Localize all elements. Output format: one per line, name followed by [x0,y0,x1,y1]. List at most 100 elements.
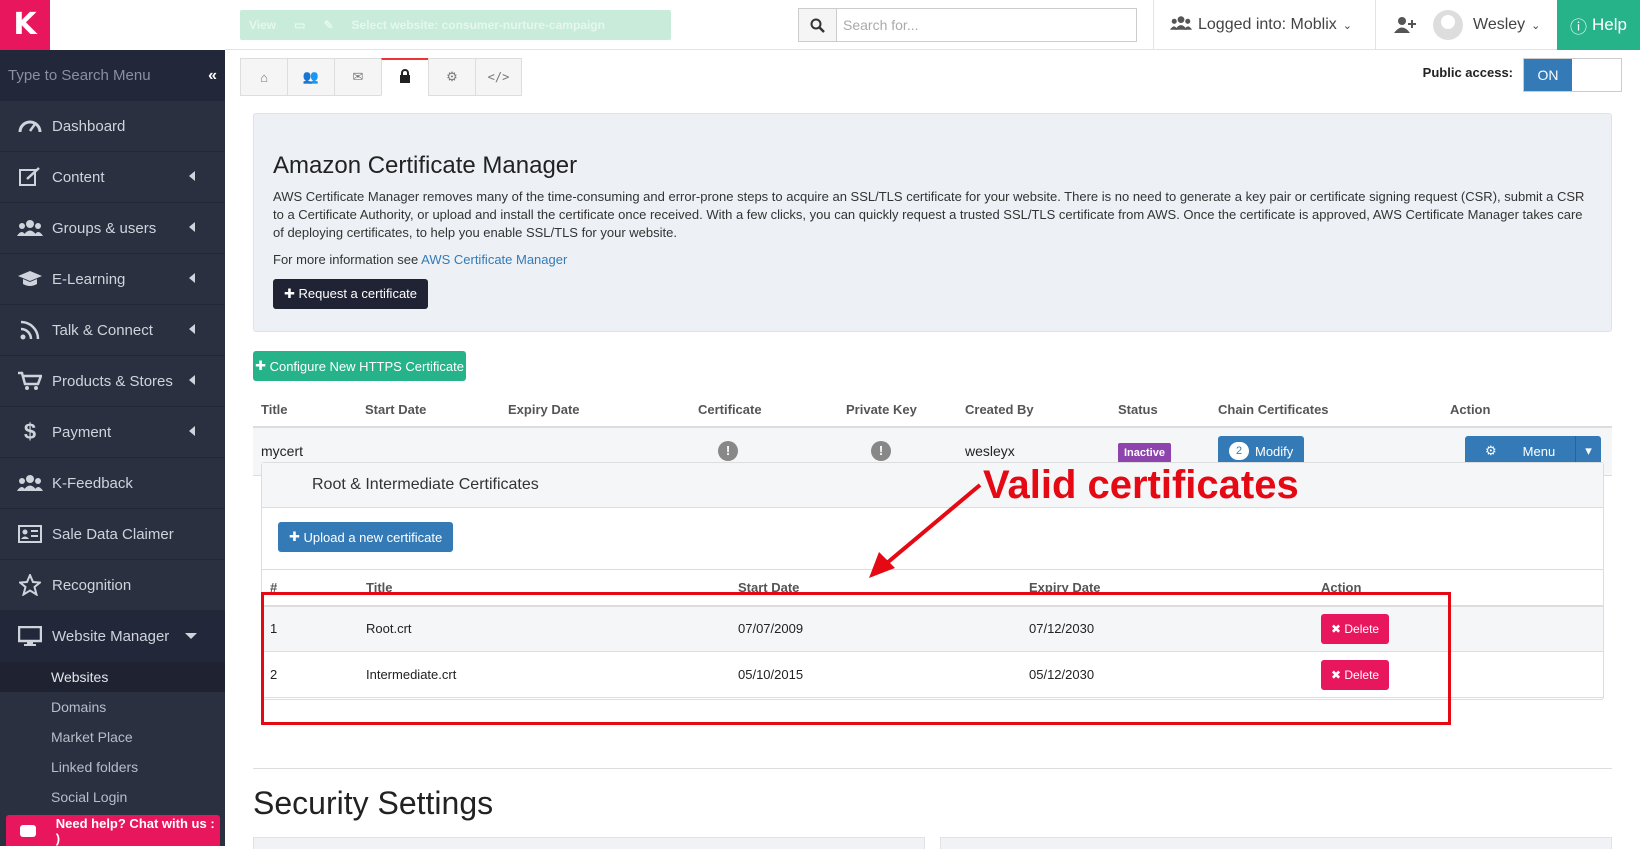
request-certificate-button[interactable]: ✚ Request a certificate [273,279,428,309]
sidebar-item-sale-data-claimer[interactable]: Sale Data Claimer [0,509,225,560]
help-button[interactable]: ⓘHelp [1557,0,1640,50]
tab-code[interactable]: </> [475,58,522,96]
sidebar-item-label: Content [52,169,105,186]
status-badge: Inactive [1118,443,1171,463]
security-panel-right [940,837,1612,849]
folder-icon[interactable]: ▭ [285,18,314,32]
col-private-key: Private Key [838,393,957,427]
topbar: View ▭ ✎ Select website: consumer-nurtur… [225,0,1640,50]
chain-count: 2 [1229,442,1249,460]
user-name: Wesley [1473,16,1525,34]
tab-email[interactable]: ✉ [334,58,381,96]
tab-settings[interactable]: ⚙ [428,58,475,96]
id-card-icon [16,523,44,545]
menu-search-input[interactable] [8,67,198,84]
gears-icon: ⚙ [446,69,458,85]
dashboard-icon [16,115,44,137]
caret-left-icon [189,426,195,436]
public-access-label: Public access: [1423,65,1513,80]
logo[interactable]: K [0,0,225,50]
col-start-date: Start Date [357,393,500,427]
sidebar-item-products-stores[interactable]: Products & Stores [0,356,225,407]
dollar-icon: $ [16,421,44,443]
sidebar-item-elearning[interactable]: E-Learning [0,254,225,305]
sidebar-item-label: E-Learning [52,271,125,288]
select-website-dropdown[interactable]: Select website: consumer-nurture-campaig… [343,18,614,32]
caret-left-icon [189,273,195,283]
sidebar-subitem-linked-folders[interactable]: Linked folders [0,752,225,782]
logged-into-label: Logged into: Moblix [1198,16,1337,34]
users-icon [16,472,44,494]
sidebar-item-website-manager[interactable]: Website Manager [0,611,225,662]
sidebar-item-recognition[interactable]: Recognition [0,560,225,611]
tab-users[interactable]: 👥 [287,58,334,96]
col-certificate: Certificate [690,393,838,427]
lock-icon [399,69,411,86]
annotation-box [261,592,1451,725]
view-button[interactable]: View [240,18,285,32]
settings-tabs: ⌂ 👥 ✉ ⚙ </> [240,58,522,96]
edit-icon[interactable]: ✎ [314,18,342,32]
tab-home[interactable]: ⌂ [240,58,287,96]
account-switcher[interactable]: Logged into: Moblix ⌄ [1153,0,1352,50]
acm-more-prefix: For more information see [273,252,421,267]
col-expiry-date: Expiry Date [500,393,690,427]
collapse-sidebar-icon[interactable]: « [208,67,217,85]
chat-icon [20,825,36,837]
caret-down-icon [185,633,197,639]
sidebar-item-groups-users[interactable]: Groups & users [0,203,225,254]
sidebar-subitem-domains[interactable]: Domains [0,692,225,722]
logo-mark[interactable]: K [0,0,50,50]
upload-certificate-button[interactable]: ✚ Upload a new certificate [278,522,453,552]
user-menu[interactable]: Wesley⌄ [1433,0,1540,50]
sidebar-subitem-websites[interactable]: Websites [0,662,225,692]
modify-label: Modify [1255,444,1293,459]
sidebar-item-label: Recognition [52,577,131,594]
divider [253,768,1612,769]
chevron-down-icon: ⌄ [1343,19,1352,32]
search-input[interactable] [837,9,1136,41]
public-access-toggle[interactable]: ON [1523,58,1622,92]
upload-label: Upload a new certificate [304,530,443,545]
users-icon [1170,15,1192,36]
security-settings-title: Security Settings [253,785,493,822]
sidebar-item-talk-connect[interactable]: Talk & Connect [0,305,225,356]
star-icon [16,574,44,596]
code-icon: </> [488,70,510,84]
sidebar-item-payment[interactable]: $ Payment [0,407,225,458]
acm-description: AWS Certificate Manager removes many of … [273,188,1592,242]
sidebar-item-content[interactable]: Content [0,152,225,203]
acm-link[interactable]: AWS Certificate Manager [421,252,567,267]
avatar [1433,10,1463,40]
annotation-arrow [865,480,985,580]
table-header: Title Start Date Expiry Date Certificate… [253,393,1612,427]
search-icon[interactable] [799,9,837,41]
sidebar-item-label: Groups & users [52,220,156,237]
tab-security[interactable] [381,58,428,96]
graduation-cap-icon [16,268,44,290]
toggle-on[interactable]: ON [1524,59,1572,91]
caret-left-icon [189,171,195,181]
monitor-icon [16,625,44,647]
sidebar-subitem-social-login[interactable]: Social Login [0,782,225,812]
sidebar-item-label: Sale Data Claimer [52,526,174,543]
chat-widget[interactable]: Need help? Chat with us : ) [6,815,220,846]
sidebar-subitem-market-place[interactable]: Market Place [0,722,225,752]
question-icon: ⓘ [1570,13,1587,38]
configure-https-button[interactable]: ✚ Configure New HTTPS Certificate [253,351,466,381]
warning-icon: ! [718,441,738,461]
main-content: ⌂ 👥 ✉ ⚙ </> Public access: ON Amazon Cer… [225,50,1640,846]
sidebar-item-label: Website Manager [52,628,169,645]
sidebar-item-label: Talk & Connect [52,322,153,339]
add-user-icon[interactable] [1375,0,1433,50]
plus-icon: ✚ [255,358,270,374]
sidebar-item-kfeedback[interactable]: K-Feedback [0,458,225,509]
col-chain-certificates: Chain Certificates [1210,393,1442,427]
rss-icon [16,319,44,341]
sidebar-item-dashboard[interactable]: Dashboard [0,101,225,152]
caret-left-icon [189,222,195,232]
warning-icon: ! [871,441,891,461]
sidebar-item-label: Payment [52,424,111,441]
edit-icon [16,166,44,188]
plus-icon: ✚ [289,529,304,545]
